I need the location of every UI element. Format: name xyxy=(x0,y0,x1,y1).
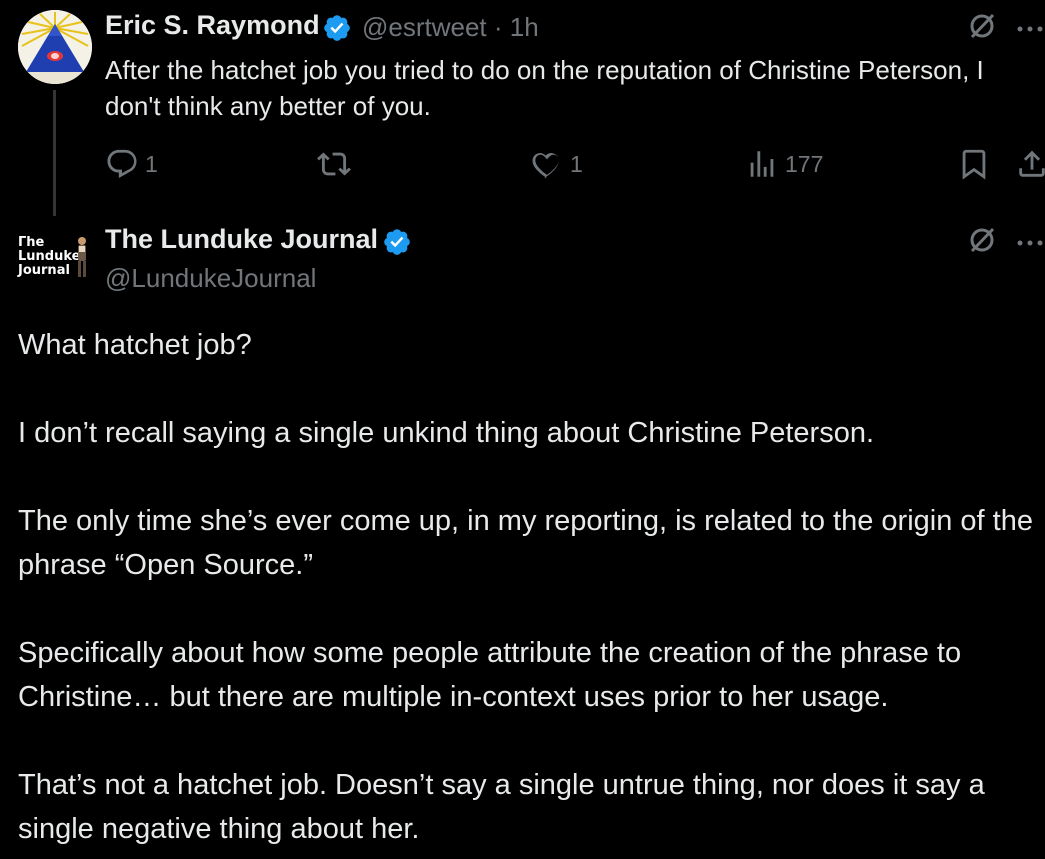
views-icon xyxy=(745,147,779,181)
bookmark-button[interactable] xyxy=(957,144,991,184)
avatar-esrtweet[interactable] xyxy=(18,10,92,84)
tweet-action-bar: 1 1 177 xyxy=(105,144,1045,184)
share-icon xyxy=(1015,147,1045,181)
tweet-paragraph: Specifically about how some people attri… xyxy=(18,637,962,713)
author-name[interactable]: The Lunduke Journal xyxy=(105,224,378,255)
more-icon[interactable] xyxy=(1015,228,1045,263)
grok-icon[interactable] xyxy=(968,12,996,45)
author-handle[interactable]: @LundukeJournal xyxy=(105,263,316,294)
author-handle-timestamp[interactable]: @esrtweet · 1h xyxy=(362,12,539,43)
reply-button[interactable]: 1 xyxy=(105,144,158,184)
bookmark-icon xyxy=(957,147,991,181)
more-icon[interactable] xyxy=(1015,14,1045,49)
like-icon xyxy=(530,147,564,181)
thread-connector-line xyxy=(53,90,56,216)
tweet-text: After the hatchet job you tried to do on… xyxy=(105,55,984,121)
author-name[interactable]: Eric S. Raymond xyxy=(105,10,320,41)
tweet-body: What hatchet job? I don’t recall saying … xyxy=(18,323,1045,851)
views-button[interactable]: 177 xyxy=(745,144,823,184)
reply-count: 1 xyxy=(145,150,158,177)
person-figure-icon xyxy=(78,237,86,277)
retweet-icon xyxy=(317,147,351,181)
eye-pyramid-avatar-image xyxy=(18,10,92,84)
avatar-lundukejournal[interactable]: Гhe Lunduke Journal xyxy=(14,232,92,292)
like-count: 1 xyxy=(570,150,583,177)
retweet-button[interactable] xyxy=(317,144,351,184)
like-button[interactable]: 1 xyxy=(530,144,583,184)
tweet-paragraph: That’s not a hatchet job. Doesn’t say a … xyxy=(18,769,985,845)
share-button[interactable] xyxy=(1015,144,1045,184)
tweet-paragraph: What hatchet job? xyxy=(18,329,252,361)
reply-icon xyxy=(105,147,139,181)
avatar-logo-text: Гhe Lunduke Journal xyxy=(18,235,81,278)
view-count: 177 xyxy=(785,150,824,177)
verified-badge-icon xyxy=(322,13,352,48)
tweet-paragraph: The only time she’s ever come up, in my … xyxy=(18,505,1033,581)
verified-badge-icon xyxy=(382,227,412,262)
tweet-paragraph: I don’t recall saying a single unkind th… xyxy=(18,417,875,449)
grok-icon[interactable] xyxy=(968,226,996,259)
